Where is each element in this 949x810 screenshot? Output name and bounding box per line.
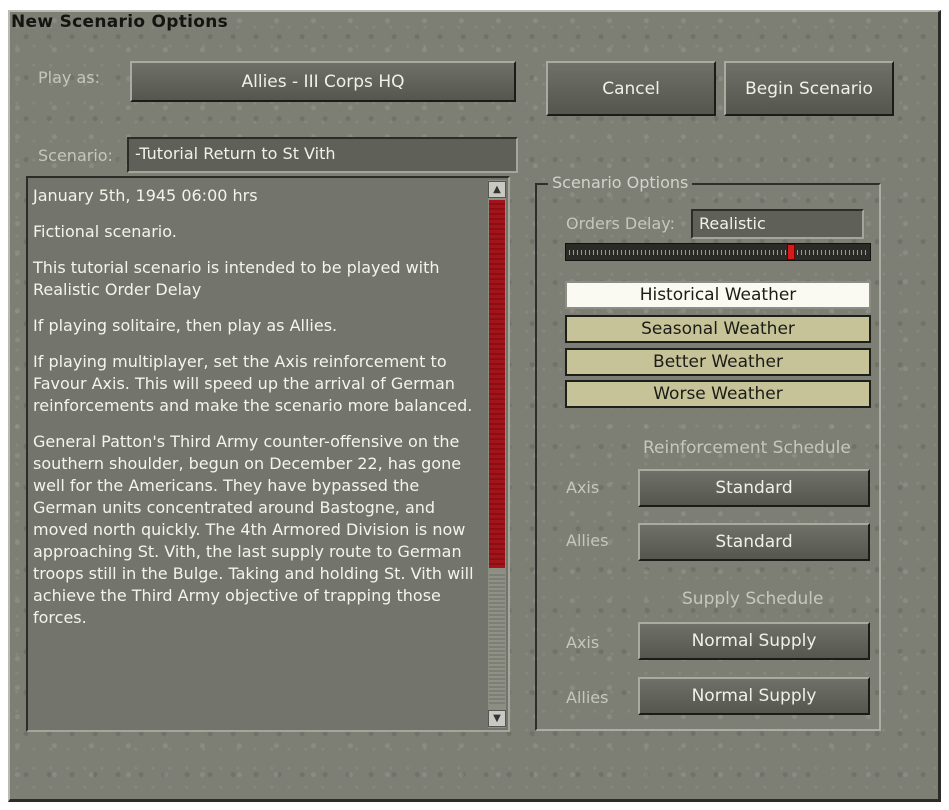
arrow-up-icon[interactable]: ▲ (488, 181, 506, 198)
scenario-description-panel[interactable]: January 5th, 1945 06:00 hrs Fictional sc… (26, 176, 510, 732)
description-paragraph: If playing multiplayer, set the Axis rei… (33, 352, 473, 415)
supply-allies-label: Allies (566, 688, 609, 707)
weather-option-label: Seasonal Weather (641, 319, 795, 339)
play-as-value: Allies - III Corps HQ (241, 71, 405, 92)
orders-delay-slider[interactable] (565, 243, 871, 261)
reinforcement-axis-value: Standard (715, 478, 793, 498)
slider-ticks (569, 250, 867, 255)
supply-allies-button[interactable]: Normal Supply (638, 677, 870, 715)
scrollbar-thumb[interactable] (489, 200, 505, 568)
weather-option-label: Better Weather (653, 352, 783, 372)
dialog-title: New Scenario Options (11, 12, 229, 32)
description-paragraph: If playing solitaire, then play as Allie… (33, 316, 338, 335)
reinforcement-axis-label: Axis (566, 478, 600, 497)
weather-option-label: Worse Weather (653, 384, 783, 404)
begin-scenario-label: Begin Scenario (745, 78, 873, 99)
scenario-description: January 5th, 1945 06:00 hrs Fictional sc… (33, 185, 488, 643)
scenario-field[interactable]: -Tutorial Return to St Vith (127, 137, 518, 173)
orders-delay-field: Realistic (691, 209, 864, 239)
supply-axis-label: Axis (566, 633, 600, 652)
reinforcement-axis-button[interactable]: Standard (638, 469, 870, 507)
play-as-label: Play as: (38, 68, 100, 87)
description-paragraph: This tutorial scenario is intended to be… (33, 258, 440, 299)
description-paragraph: General Patton's Third Army counter-offe… (33, 432, 474, 627)
reinforcement-allies-button[interactable]: Standard (638, 523, 870, 561)
reinforcement-schedule-title: Reinforcement Schedule (643, 438, 851, 458)
description-paragraph: Fictional scenario. (33, 222, 177, 241)
weather-option-label: Historical Weather (639, 285, 797, 305)
reinforcement-allies-label: Allies (566, 531, 609, 550)
seasonal-weather-option[interactable]: Seasonal Weather (565, 315, 871, 343)
supply-schedule-title: Supply Schedule (682, 589, 824, 609)
slider-knob[interactable] (787, 244, 795, 260)
description-scrollbar[interactable]: ▲ ▼ (488, 180, 506, 728)
cancel-label: Cancel (602, 78, 660, 99)
supply-axis-value: Normal Supply (691, 631, 817, 651)
scenario-options-title: Scenario Options (548, 173, 693, 192)
orders-delay-value: Realistic (699, 214, 766, 233)
better-weather-option[interactable]: Better Weather (565, 348, 871, 376)
worse-weather-option[interactable]: Worse Weather (565, 380, 871, 408)
cancel-button[interactable]: Cancel (546, 61, 716, 116)
arrow-down-icon[interactable]: ▼ (488, 710, 506, 727)
orders-delay-label: Orders Delay: (566, 214, 675, 233)
supply-axis-button[interactable]: Normal Supply (638, 622, 870, 660)
supply-allies-value: Normal Supply (691, 686, 817, 706)
reinforcement-allies-value: Standard (715, 532, 793, 552)
description-paragraph: January 5th, 1945 06:00 hrs (33, 186, 258, 205)
scenario-value: -Tutorial Return to St Vith (135, 144, 336, 163)
scenario-label: Scenario: (38, 146, 113, 165)
scrollbar-track[interactable] (489, 572, 505, 704)
play-as-button[interactable]: Allies - III Corps HQ (130, 61, 516, 102)
begin-scenario-button[interactable]: Begin Scenario (724, 61, 894, 116)
historical-weather-option[interactable]: Historical Weather (565, 281, 871, 309)
